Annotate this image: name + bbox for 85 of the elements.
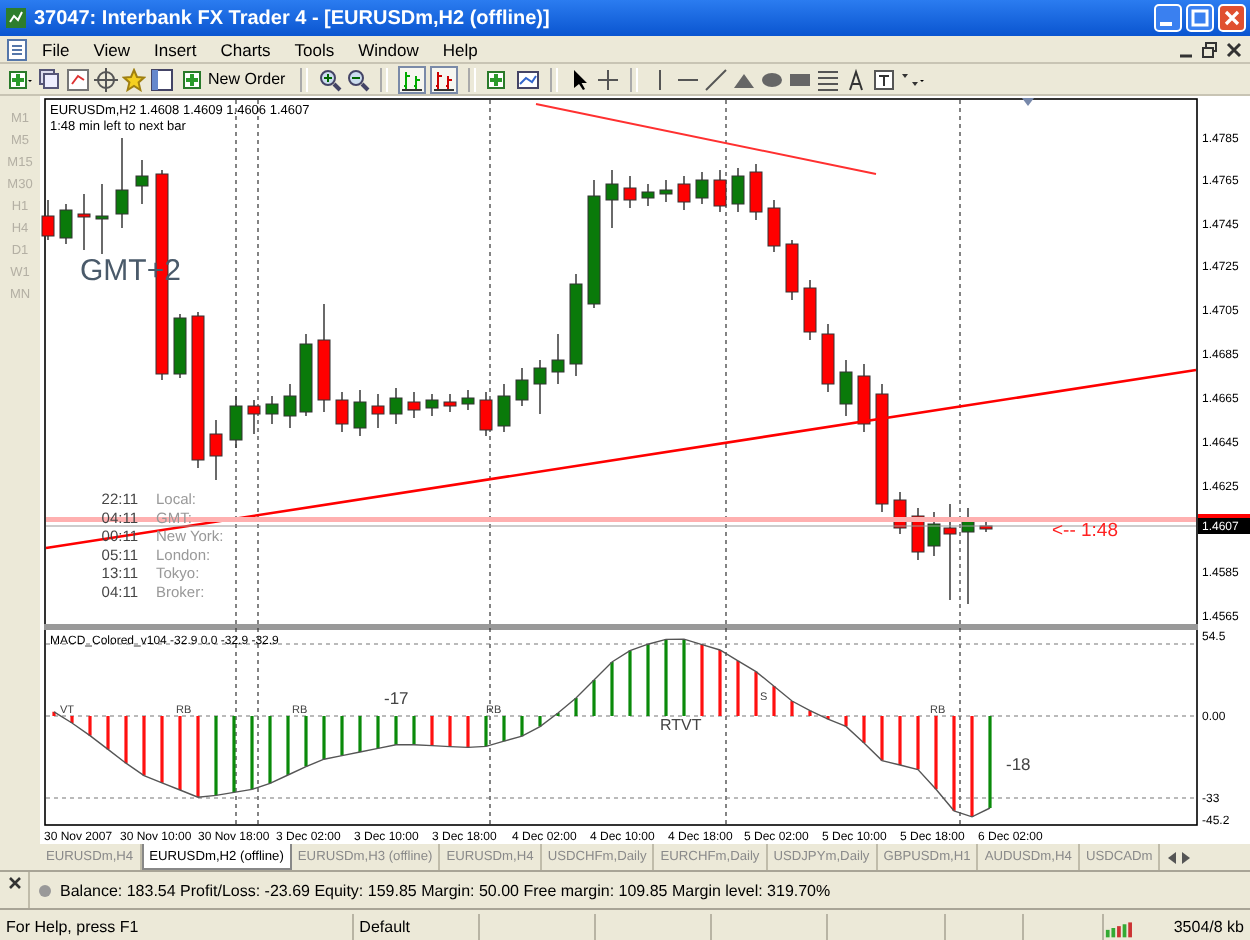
plus-icon: [182, 67, 204, 91]
candle: [875, 383, 889, 513]
window-icon[interactable]: [150, 67, 174, 91]
candle: [785, 239, 799, 301]
restore-icon[interactable]: [1200, 39, 1220, 59]
candle: [839, 359, 853, 417]
connection-bars-icon: [1103, 917, 1134, 937]
menu-item[interactable]: Window: [348, 39, 429, 59]
candle: [677, 175, 691, 211]
candle: [497, 383, 511, 433]
account-summary: Balance: 183.54 Profit/Loss: -23.69 Equity: 159.85 Margin: 50.00 Free margin: 109.85 Margin level: 319.70%: [60, 881, 831, 899]
candle: [821, 323, 835, 393]
crosshair-icon[interactable]: [595, 67, 620, 91]
status-text: For Help, press F1: [0, 914, 354, 940]
candle: [569, 273, 583, 377]
candle: [533, 359, 547, 415]
trend-line-icon[interactable]: [703, 67, 728, 91]
indicator-label: -17: [384, 688, 409, 708]
candle: [623, 175, 637, 209]
scroll-right-icon[interactable]: [1180, 849, 1193, 865]
candle: [317, 303, 331, 413]
candle: [515, 367, 529, 407]
indicator-label: RTVT: [660, 716, 702, 734]
candle: [115, 137, 129, 229]
candle: [695, 171, 709, 205]
candle: [587, 179, 601, 309]
candle: [749, 163, 763, 221]
candle: [135, 159, 149, 205]
text-icon[interactable]: [843, 67, 868, 91]
candle: [407, 391, 421, 419]
scroll-left-icon[interactable]: [1166, 849, 1179, 865]
candle: [209, 419, 223, 481]
maximize-icon[interactable]: [1186, 4, 1214, 32]
status-dot-icon: [38, 883, 52, 897]
candle: [767, 199, 781, 253]
shift-marker-icon[interactable]: [1022, 98, 1034, 106]
document-icon: [6, 37, 28, 61]
candle: [605, 169, 619, 229]
new-order-button[interactable]: New Order: [178, 65, 290, 93]
bar-chart-icon[interactable]: [397, 65, 426, 93]
menu-item[interactable]: Insert: [143, 39, 207, 59]
window-title: 37047: Interbank FX Trader 4 - [EURUSDm,H2 (offline)]: [34, 7, 552, 29]
candle: [389, 387, 403, 425]
indicator-label: -18: [1006, 754, 1031, 774]
zoom-out-icon[interactable]: [345, 67, 370, 91]
chart-icon[interactable]: [66, 67, 90, 91]
candle: [59, 203, 73, 245]
menu-item[interactable]: File: [32, 39, 80, 59]
menu-item[interactable]: Tools: [284, 39, 345, 59]
traffic-label: 3504/8 kb: [1171, 916, 1246, 940]
candle: [265, 395, 279, 425]
profile-name: Default: [353, 914, 480, 940]
candle: [731, 167, 745, 213]
candle: [95, 183, 109, 255]
close-icon[interactable]: [1224, 39, 1244, 59]
candle: [353, 389, 367, 437]
ellipse-icon[interactable]: [759, 67, 784, 91]
candle: [551, 333, 565, 385]
candle: [41, 199, 55, 241]
candle: [173, 313, 187, 379]
zoom-in-icon[interactable]: [317, 67, 342, 91]
menu-item[interactable]: View: [83, 39, 140, 59]
close-icon[interactable]: [7, 876, 21, 890]
candle: [641, 183, 655, 207]
candle: [461, 389, 475, 411]
label-icon[interactable]: [871, 67, 896, 91]
candle: [857, 363, 871, 433]
crosshair-icon[interactable]: [94, 67, 118, 91]
candle: [371, 393, 385, 429]
bar-chart-icon[interactable]: [429, 65, 458, 93]
candle: [443, 393, 457, 413]
fibonacci-icon[interactable]: [815, 67, 840, 91]
app-icon: [4, 6, 28, 30]
bar-timer-label: <-- 1:48: [1052, 520, 1119, 542]
candle: [229, 395, 243, 449]
candle: [803, 279, 817, 341]
candle: [425, 393, 439, 417]
menu-item[interactable]: Charts: [210, 39, 281, 59]
menu-item[interactable]: Help: [432, 39, 488, 59]
star-icon[interactable]: [122, 67, 146, 91]
candle: [335, 391, 349, 433]
windows-icon[interactable]: [38, 67, 62, 91]
template-icon[interactable]: [515, 67, 540, 91]
candle: [77, 193, 91, 251]
candle: [659, 179, 673, 203]
